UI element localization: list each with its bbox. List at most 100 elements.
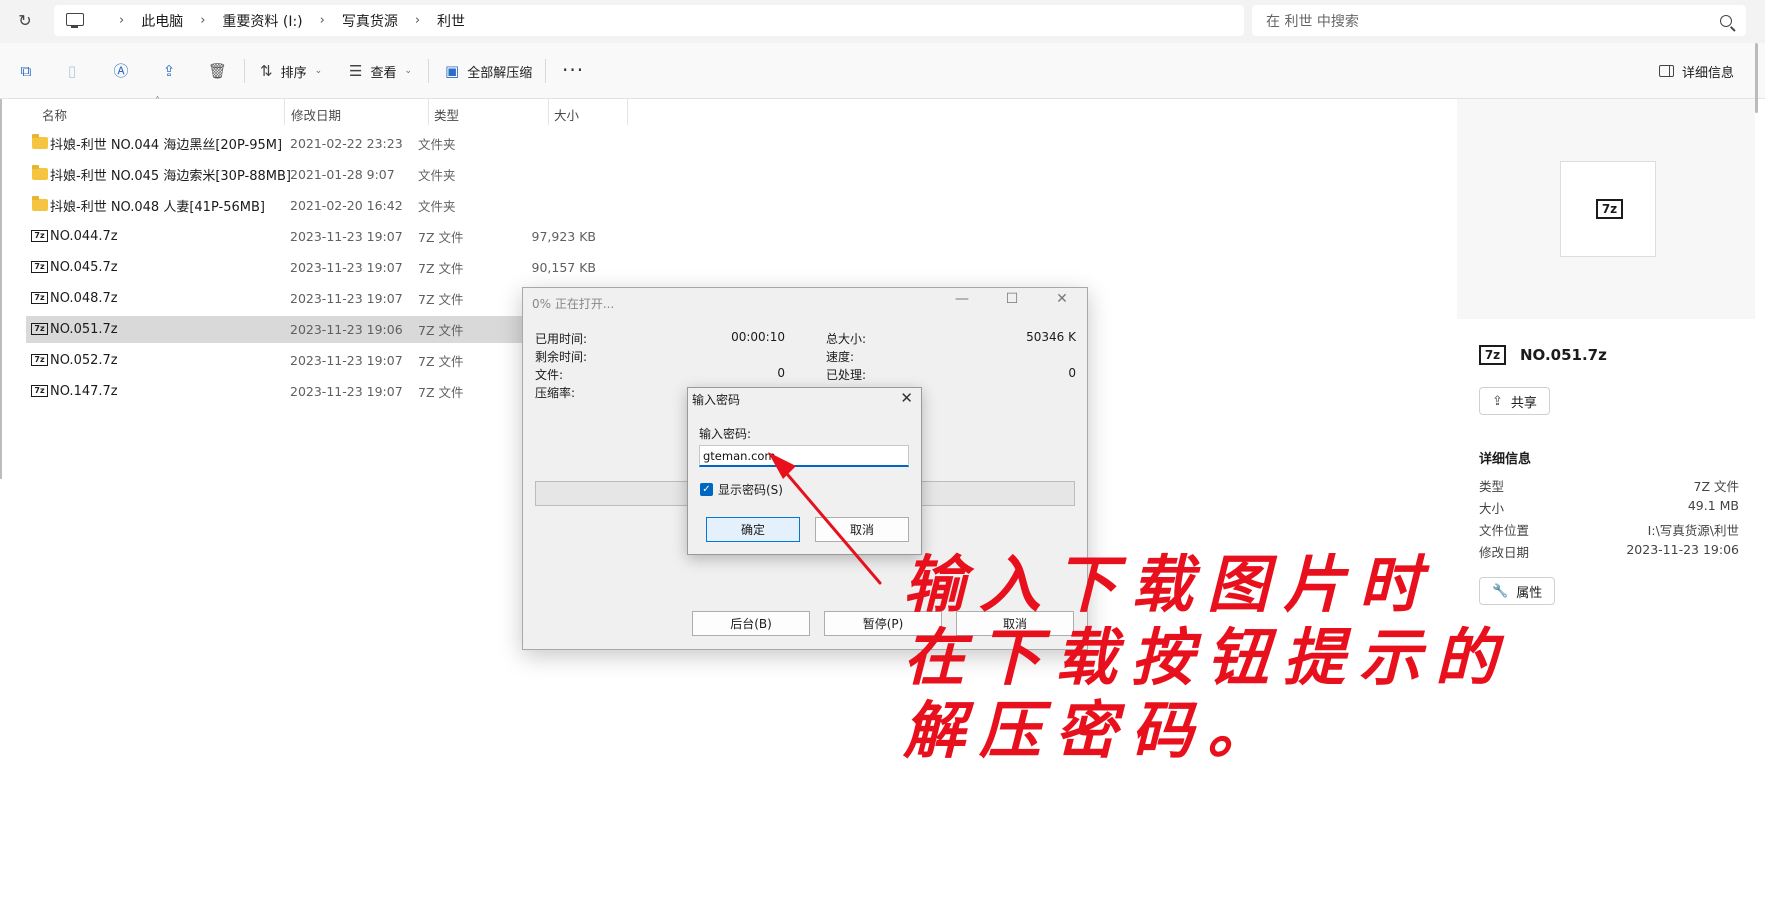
close-icon[interactable]: ✕ [1047,291,1077,307]
item-date: 2023-11-23 19:07 [290,384,403,399]
item-type: 文件夹 [418,137,456,152]
detail-key: 大小 [1479,501,1505,516]
7z-archive-icon: 7z [1596,199,1623,219]
details-pane-icon [1659,65,1674,77]
column-divider[interactable] [627,99,628,125]
show-password-checkbox[interactable]: ✓ 显示密码(S) [700,481,783,498]
chevron-down-icon: ⌄ [314,66,323,76]
ok-button[interactable]: 确定 [706,517,800,542]
list-item[interactable]: 抖娘-利世 NO.044 海边黑丝[20P-95M] 2021-02-22 23… [26,130,524,157]
search-icon[interactable] [1720,14,1732,27]
column-name[interactable]: 名称 [42,105,67,124]
item-name: NO.052.7z [50,353,118,368]
list-item[interactable]: 抖娘-利世 NO.045 海边索米[30P-88MB] 2021-01-28 9… [26,161,524,188]
list-item[interactable]: 7z NO.048.7z 2023-11-23 19:07 7Z 文件 [26,285,524,312]
column-size[interactable]: 大小 [554,105,579,124]
breadcrumb-folder[interactable]: 写真货源 [342,11,398,31]
item-name: 抖娘-利世 NO.048 人妻[41P-56MB] [50,200,265,215]
detail-value: 7Z 文件 [1693,479,1740,494]
folder-icon [32,165,48,180]
chevron-down-icon: ⌄ [404,66,413,76]
computer-icon [64,12,86,30]
column-divider[interactable] [428,99,429,125]
rename-icon[interactable]: Ⓐ [112,62,130,80]
item-type: 7Z 文件 [418,354,464,369]
7z-archive-icon: 7z [31,292,48,304]
detail-key: 文件位置 [1479,523,1530,538]
show-password-label: 显示密码(S) [718,483,783,497]
extract-icon: ▣ [445,62,460,80]
maximize-icon[interactable]: ☐ [997,291,1027,307]
breadcrumb[interactable]: › 此电脑 › 重要资料 (I:) › 写真货源 › 利世 [54,5,1244,36]
minimize-icon[interactable]: — [947,291,977,307]
7z-archive-icon: 7z [1479,345,1506,365]
item-size: 97,923 KB [531,229,596,244]
more-options-button[interactable]: ··· [562,58,584,82]
column-date[interactable]: 修改日期 [291,105,341,124]
close-icon[interactable]: ✕ [900,389,913,407]
item-size: 90,157 KB [531,260,596,275]
window-controls: — ☐ ✕ [947,291,1077,307]
list-item[interactable]: 7z NO.044.7z 2023-11-23 19:07 7Z 文件 97,9… [26,223,596,250]
chevron-right-icon: › [414,13,421,28]
details-pane-label: 详细信息 [1682,65,1735,81]
column-divider[interactable] [284,99,285,125]
item-name: 抖娘-利世 NO.045 海边索米[30P-88MB] [50,169,291,184]
item-type: 7Z 文件 [418,323,464,338]
view-label: 查看 [370,65,397,81]
sort-label: 排序 [280,65,307,81]
details-pane: 7z 7z NO.051.7z ⇪ 共享 详细信息 类型 7Z 文件 大小 49… [1457,99,1755,909]
password-dialog: 输入密码 ✕ 输入密码: gteman.com ✓ 显示密码(S) 确定 取消 [687,387,922,555]
scrollbar[interactable] [1755,43,1758,113]
list-item[interactable]: 7z NO.052.7z 2023-11-23 19:07 7Z 文件 [26,347,524,374]
view-button[interactable]: ☰ 查看 ⌄ [349,58,412,84]
share-button[interactable]: ⇪ 共享 [1479,387,1550,415]
item-name: 抖娘-利世 NO.044 海边黑丝[20P-95M] [50,138,283,153]
breadcrumb-current[interactable]: 利世 [437,11,465,31]
extract-all-label: 全部解压缩 [467,65,533,81]
toolbar-divider [244,59,245,83]
search-input[interactable]: 在 利世 中搜索 [1252,5,1746,36]
ratio-label: 压缩率: [535,386,576,400]
list-item[interactable]: 7z NO.045.7z 2023-11-23 19:07 7Z 文件 90,1… [26,254,596,281]
list-item[interactable]: 抖娘-利世 NO.048 人妻[41P-56MB] 2021-02-20 16:… [26,192,524,219]
7z-archive-icon: 7z [31,385,48,397]
breadcrumb-drive[interactable]: 重要资料 (I:) [222,11,302,31]
7z-archive-icon: 7z [31,261,48,273]
files-label: 文件: [535,368,564,382]
item-date: 2021-02-22 23:23 [290,136,403,151]
file-preview: 7z [1560,161,1656,257]
sort-button[interactable]: ⇅ 排序 ⌄ [260,58,322,84]
extract-all-button[interactable]: ▣ 全部解压缩 [445,58,532,84]
column-divider[interactable] [548,99,549,125]
column-type[interactable]: 类型 [434,105,459,124]
share-label: 共享 [1510,395,1537,411]
details-pane-button[interactable]: 详细信息 [1659,58,1734,84]
item-date: 2021-02-20 16:42 [290,198,403,213]
detail-key: 类型 [1479,479,1505,494]
processed-value: 0 [1068,366,1076,380]
breadcrumb-this-pc[interactable]: 此电脑 [141,11,183,31]
item-name: NO.045.7z [50,260,118,275]
cancel-button[interactable]: 取消 [815,517,909,542]
share-icon[interactable]: ⇪ [160,62,178,80]
details-filename: 7z NO.051.7z [1479,345,1607,365]
detail-value: I:\写真货源\利世 [1647,523,1739,538]
item-name: NO.048.7z [50,291,118,306]
7z-archive-icon: 7z [31,323,48,335]
speed-label: 速度: [826,350,855,364]
refresh-icon[interactable]: ↻ [14,10,36,32]
7z-archive-icon: 7z [31,230,48,242]
files-value: 0 [777,366,785,380]
paste-icon[interactable]: ▯ [63,62,81,80]
list-item-selected[interactable]: 7z NO.051.7z 2023-11-23 19:06 7Z 文件 [26,316,524,343]
list-item[interactable]: 7z NO.147.7z 2023-11-23 19:07 7Z 文件 [26,378,524,405]
password-input[interactable]: gteman.com [699,445,909,467]
delete-icon[interactable]: 🗑 [208,62,227,80]
copy-icon[interactable]: ⧉ [17,62,35,80]
annotation-line: 在下载按钮提示的 [903,621,1512,694]
total-size-label: 总大小: [826,332,867,346]
background-button[interactable]: 后台(B) [692,611,810,636]
item-date: 2023-11-23 19:07 [290,353,403,368]
password-label: 输入密码: [699,427,752,441]
